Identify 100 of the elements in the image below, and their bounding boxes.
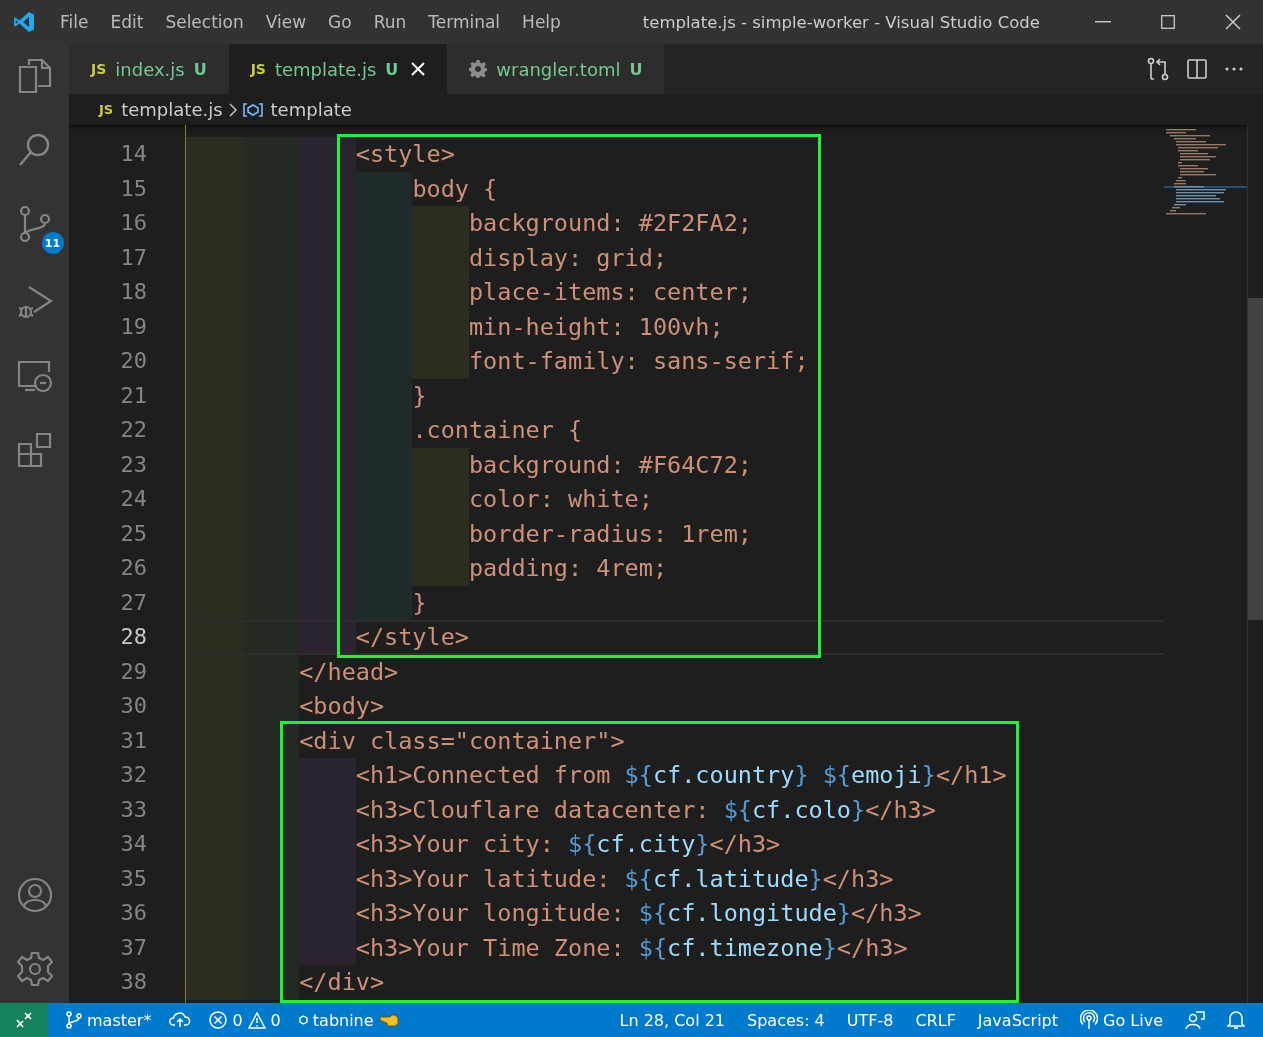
line-number: 29 xyxy=(119,657,148,686)
code-line: border-radius: 1rem; xyxy=(186,516,1164,551)
line-number: 15 xyxy=(119,174,148,203)
line-number: 23 xyxy=(119,450,148,479)
line-number: 19 xyxy=(119,312,148,341)
code-line: } xyxy=(186,378,1164,413)
code-line: background: #F64C72; xyxy=(186,447,1164,482)
menu-item[interactable]: Go xyxy=(328,12,352,32)
code-line: </div> xyxy=(186,965,1164,1000)
line-number: 21 xyxy=(119,381,148,410)
branch-status[interactable]: master* xyxy=(66,1010,152,1030)
editor-tab[interactable]: wrangler.toml U xyxy=(447,44,665,94)
status-item[interactable]: Spaces: 4 xyxy=(747,1010,825,1030)
error-icon xyxy=(209,1011,228,1029)
line-number: 37 xyxy=(119,933,148,962)
line-number: 16 xyxy=(119,209,148,237)
gear-icon xyxy=(469,60,488,78)
code-line: <h3>Your longitude: ${cf.longitude}</h3> xyxy=(186,896,1164,931)
code-line: <h1>Connected from ${cf.country} ${emoji}</h1> xyxy=(186,758,1164,793)
line-number: 34 xyxy=(119,830,148,858)
line-number: 20 xyxy=(119,347,148,375)
code-line: <style> xyxy=(186,137,1164,172)
warning-icon xyxy=(247,1011,266,1029)
line-number: 31 xyxy=(119,726,148,755)
line-number: 33 xyxy=(119,795,148,824)
menu-item[interactable]: View xyxy=(265,12,307,32)
code-line: background: #2F2FA2; xyxy=(186,206,1164,241)
code-line: color: white; xyxy=(186,482,1164,517)
line-number: 35 xyxy=(119,864,148,893)
line-number: 28 xyxy=(119,623,148,651)
feedback-icon[interactable] xyxy=(1185,1010,1205,1030)
code-line: <h3>Your Time Zone: ${cf.timezone}</h3> xyxy=(186,930,1164,965)
search-icon[interactable] xyxy=(17,132,52,168)
line-number: 26 xyxy=(119,554,148,582)
status-item[interactable]: UTF-8 xyxy=(846,1010,894,1030)
go-live-button[interactable]: Go Live xyxy=(1080,1010,1163,1030)
code-line: } xyxy=(186,585,1164,620)
status-item[interactable]: CRLF xyxy=(915,1010,956,1030)
line-number: 24 xyxy=(119,485,148,513)
line-number: 14 xyxy=(119,140,148,168)
settings-icon[interactable] xyxy=(16,951,53,987)
code-line: .container { xyxy=(186,413,1164,448)
cloud-upload-icon[interactable] xyxy=(169,1012,192,1028)
run-debug-icon[interactable] xyxy=(16,284,53,320)
code-line: <h3>Clouflare datacenter: ${cf.colo}</h3> xyxy=(186,792,1164,827)
editor-tab[interactable]: JS index.js U xyxy=(69,44,229,94)
line-number: 27 xyxy=(119,588,148,617)
pointing-hand-icon xyxy=(378,1013,399,1027)
code-line: <h3>Your latitude: ${cf.latitude}</h3> xyxy=(186,861,1164,896)
broadcast-icon xyxy=(1080,1010,1099,1030)
code-line: min-height: 100vh; xyxy=(186,309,1164,344)
status-item[interactable]: Ln 28, Col 21 xyxy=(619,1010,726,1030)
menu-item[interactable]: Help xyxy=(522,12,561,32)
more-icon[interactable] xyxy=(1225,67,1243,71)
code-line: padding: 4rem; xyxy=(186,551,1164,586)
remote-button[interactable] xyxy=(0,1003,48,1037)
code-line: </head> xyxy=(186,654,1164,689)
maximize-icon[interactable] xyxy=(1161,15,1175,29)
menu-item[interactable]: Terminal xyxy=(428,12,501,32)
code-line: </style> xyxy=(186,620,1164,655)
account-icon[interactable] xyxy=(16,877,53,913)
chevron-icon xyxy=(228,102,237,117)
line-number: 22 xyxy=(119,416,148,444)
code-line: body { xyxy=(186,171,1164,206)
line-number: 38 xyxy=(119,968,148,996)
scrollbar[interactable] xyxy=(1247,125,1263,1003)
branch-icon xyxy=(66,1011,82,1029)
split-editor-icon[interactable] xyxy=(1187,59,1207,79)
minimize-icon[interactable] xyxy=(1095,21,1111,23)
line-number: 36 xyxy=(119,899,148,927)
line-number: 17 xyxy=(119,243,148,272)
menu-item[interactable]: Selection xyxy=(165,12,244,32)
breadcrumb-item[interactable]: template xyxy=(242,99,352,120)
editor-tab[interactable]: JS template.js U xyxy=(228,44,448,94)
code-line: place-items: center; xyxy=(186,275,1164,310)
extensions-icon[interactable] xyxy=(16,432,53,468)
menu-item[interactable]: Edit xyxy=(110,12,144,32)
tabnine-status[interactable]: tabnine xyxy=(298,1010,399,1030)
line-number: 18 xyxy=(119,278,148,306)
files-icon[interactable] xyxy=(17,58,52,94)
compare-changes-icon[interactable] xyxy=(1147,57,1169,81)
code-line: display: grid; xyxy=(186,240,1164,275)
code-line: <body> xyxy=(186,689,1164,724)
breadcrumb-item[interactable]: JS template.js xyxy=(99,99,223,120)
line-number: 32 xyxy=(119,761,148,789)
code-line: <h3>Your city: ${cf.city}</h3> xyxy=(186,827,1164,862)
status-item[interactable]: JavaScript xyxy=(977,1010,1059,1030)
remote-icon xyxy=(16,1012,32,1028)
line-number: 30 xyxy=(119,692,148,720)
menu-item[interactable]: Run xyxy=(373,12,407,32)
remote-explorer-icon[interactable] xyxy=(16,358,53,394)
notifications-icon[interactable] xyxy=(1227,1010,1245,1030)
close-icon[interactable] xyxy=(1225,14,1241,30)
vscode-logo xyxy=(12,10,36,34)
symbol-icon xyxy=(242,101,263,118)
notification-badge: 11 xyxy=(41,232,64,254)
menu-item[interactable]: File xyxy=(60,12,89,32)
line-number: 25 xyxy=(119,519,148,548)
problems-status[interactable]: 0 0 xyxy=(209,1010,281,1030)
hexagon-icon xyxy=(298,1015,308,1025)
